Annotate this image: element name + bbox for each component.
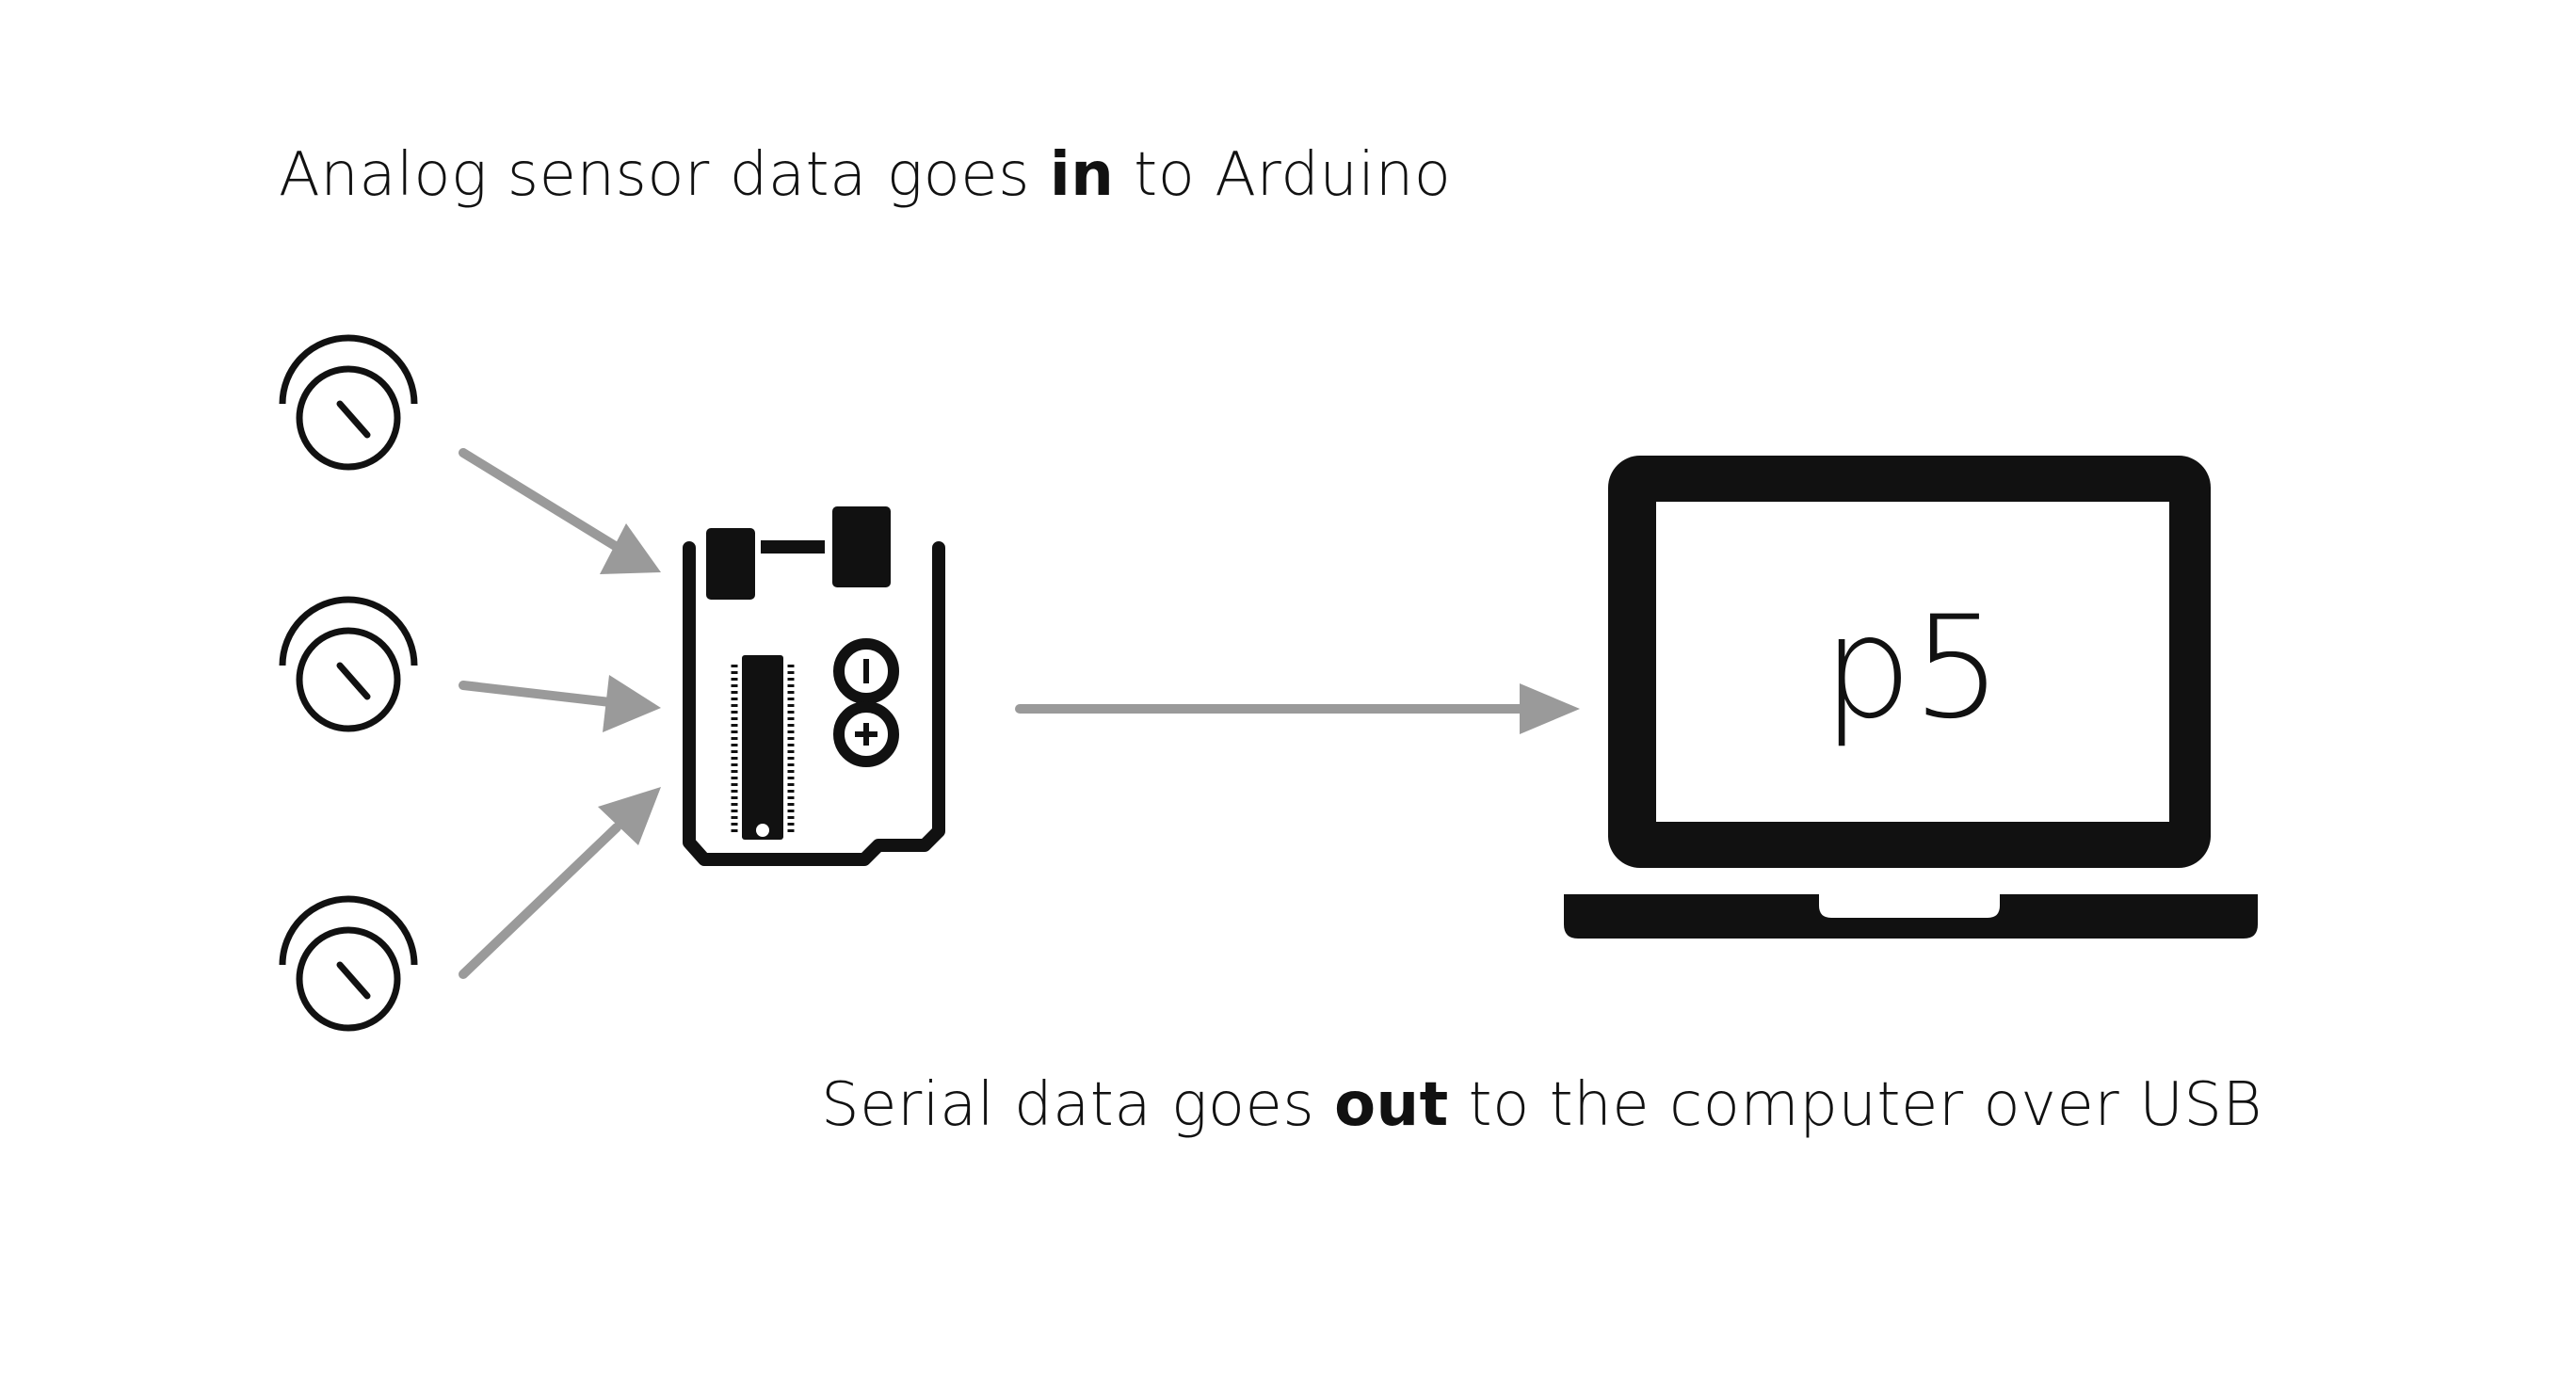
arrow-icon	[1015, 683, 1580, 734]
caption-serial-output: Serial data goes out to the computer ove…	[821, 1075, 2262, 1135]
arduino-board-icon	[683, 506, 945, 866]
laptop-screen-text: p5	[1823, 586, 2003, 750]
arrow-icon	[459, 448, 661, 574]
arrow-icon	[459, 675, 661, 732]
diagram-canvas: Analog sensor data goes in to Arduino p5…	[0, 0, 2576, 1380]
caption-bottom-emphasis: out	[1334, 1070, 1449, 1140]
potentiometer-icon	[282, 338, 414, 467]
caption-bottom-after: to the computer over USB	[1448, 1070, 2262, 1140]
arrow-icon	[459, 787, 661, 979]
potentiometer-icon	[282, 899, 414, 1028]
caption-bottom-before: Serial data goes	[821, 1070, 1335, 1140]
laptop-icon: p5	[1564, 456, 2258, 939]
potentiometer-icon	[282, 600, 414, 729]
data-flow-diagram: p5	[0, 0, 2258, 1380]
